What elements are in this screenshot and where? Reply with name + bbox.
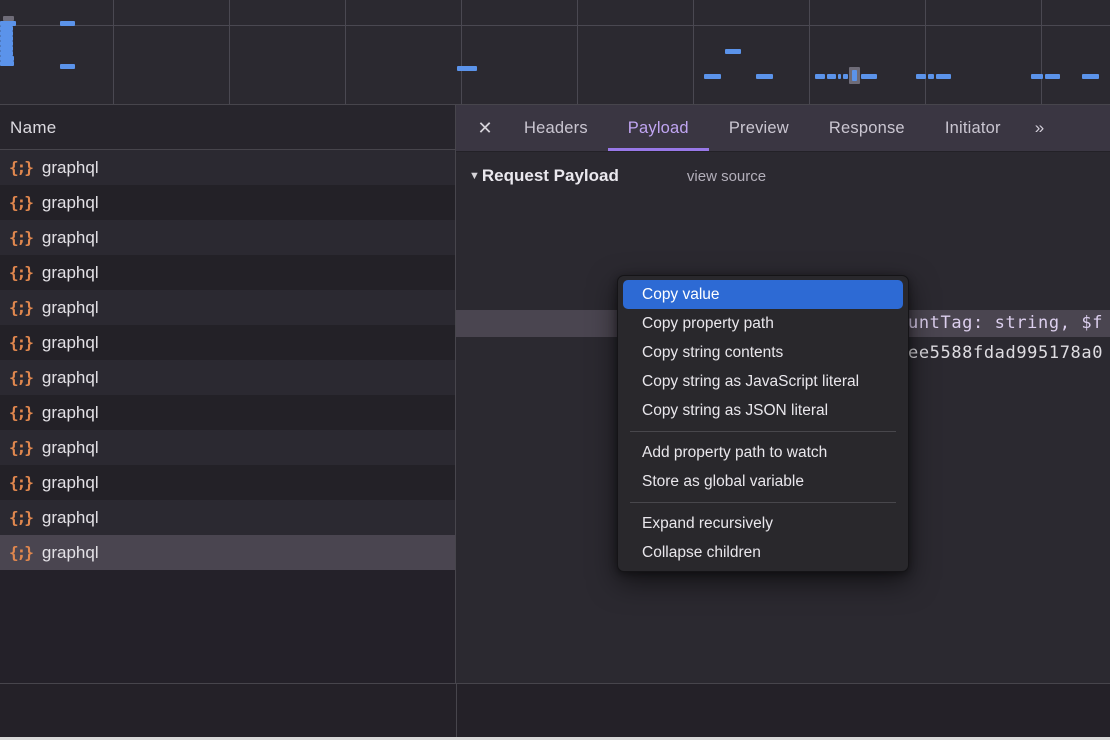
menu-item-copy-string-as-javascript-literal[interactable]: Copy string as JavaScript literal bbox=[618, 367, 908, 396]
menu-item-copy-string-contents[interactable]: Copy string contents bbox=[618, 338, 908, 367]
overview-row-divider bbox=[0, 25, 1110, 26]
request-name: graphql bbox=[42, 438, 99, 458]
timeline-request-bar bbox=[843, 74, 848, 79]
menu-item-copy-property-path[interactable]: Copy property path bbox=[618, 309, 908, 338]
more-tabs-chevron-icon[interactable]: » bbox=[1021, 118, 1055, 138]
tab-headers[interactable]: Headers bbox=[504, 105, 608, 151]
request-name: graphql bbox=[42, 508, 99, 528]
request-row[interactable]: {;} graphql bbox=[0, 255, 455, 290]
json-fetch-icon: {;} bbox=[9, 298, 32, 317]
timeline-request-bar bbox=[704, 74, 721, 79]
menu-item-expand-recursively[interactable]: Expand recursively bbox=[618, 509, 908, 538]
json-fetch-icon: {;} bbox=[9, 508, 32, 527]
json-fetch-icon: {;} bbox=[9, 438, 32, 457]
menu-separator bbox=[630, 431, 896, 432]
json-fetch-icon: {;} bbox=[9, 158, 32, 177]
timeline-request-bar bbox=[827, 74, 836, 79]
timeline-request-bar bbox=[0, 61, 14, 66]
request-row[interactable]: {;} graphql bbox=[0, 325, 455, 360]
timeline-request-bar bbox=[1031, 74, 1043, 79]
request-payload-section-header: ▼Request Payload view source bbox=[469, 162, 766, 190]
timeline-request-bar bbox=[725, 49, 741, 54]
timeline-request-bar bbox=[60, 64, 75, 69]
json-fetch-icon: {;} bbox=[9, 263, 32, 282]
menu-item-store-as-global-variable[interactable]: Store as global variable bbox=[618, 467, 908, 496]
timeline-request-bar bbox=[861, 74, 877, 79]
menu-item-copy-string-as-json-literal[interactable]: Copy string as JSON literal bbox=[618, 396, 908, 425]
request-name: graphql bbox=[42, 473, 99, 493]
timeline-request-bar bbox=[916, 74, 926, 79]
grid-line bbox=[113, 0, 114, 104]
grid-line bbox=[577, 0, 578, 104]
tab-initiator[interactable]: Initiator bbox=[925, 105, 1021, 151]
timeline-request-bar bbox=[928, 74, 934, 79]
grid-line bbox=[229, 0, 230, 104]
grid-line bbox=[809, 0, 810, 104]
section-title: Request Payload bbox=[482, 166, 619, 185]
request-row[interactable]: {;} graphql bbox=[0, 150, 455, 185]
property-value-end: ee5588fdad995178a0 bbox=[908, 338, 1103, 368]
json-fetch-icon: {;} bbox=[9, 333, 32, 352]
menu-item-add-property-path-to-watch[interactable]: Add property path to watch bbox=[618, 438, 908, 467]
request-name: graphql bbox=[42, 158, 99, 178]
property-value-end: untTag: string, $f bbox=[908, 310, 1103, 337]
footer-column-divider bbox=[456, 684, 457, 737]
request-row[interactable]: {;} graphql bbox=[0, 430, 455, 465]
json-fetch-icon: {;} bbox=[9, 368, 32, 387]
timeline-request-bar bbox=[756, 74, 773, 79]
request-name: graphql bbox=[42, 193, 99, 213]
grid-line bbox=[693, 0, 694, 104]
request-row[interactable]: {;} graphql bbox=[0, 185, 455, 220]
request-row[interactable]: {;} graphql bbox=[0, 220, 455, 255]
detail-tab-bar: ✕ Headers Payload Preview Response Initi… bbox=[456, 105, 1110, 152]
request-name: graphql bbox=[42, 368, 99, 388]
request-row[interactable]: {;} graphql bbox=[0, 535, 455, 570]
grid-line bbox=[925, 0, 926, 104]
request-name: graphql bbox=[42, 333, 99, 353]
request-list-panel: Name {;} graphql {;} graphql {;} graphql… bbox=[0, 105, 456, 740]
menu-item-copy-value[interactable]: Copy value bbox=[623, 280, 903, 309]
network-overview-timeline[interactable] bbox=[0, 0, 1110, 105]
timeline-request-bar bbox=[815, 74, 825, 79]
grid-line bbox=[461, 0, 462, 104]
request-row[interactable]: {;} graphql bbox=[0, 290, 455, 325]
timeline-request-bar bbox=[1082, 74, 1099, 79]
tab-preview[interactable]: Preview bbox=[709, 105, 809, 151]
timeline-request-bar bbox=[457, 66, 477, 71]
context-menu: Copy value Copy property path Copy strin… bbox=[617, 275, 909, 572]
json-fetch-icon: {;} bbox=[9, 193, 32, 212]
request-name: graphql bbox=[42, 228, 99, 248]
name-column-header[interactable]: Name bbox=[0, 105, 455, 150]
tab-response[interactable]: Response bbox=[809, 105, 925, 151]
request-name: graphql bbox=[42, 543, 99, 563]
request-row[interactable]: {;} graphql bbox=[0, 465, 455, 500]
json-fetch-icon: {;} bbox=[9, 403, 32, 422]
json-fetch-icon: {;} bbox=[9, 228, 32, 247]
timeline-request-bar bbox=[852, 70, 857, 81]
summary-footer bbox=[0, 683, 1110, 737]
timeline-request-bar bbox=[936, 74, 951, 79]
close-icon[interactable]: ✕ bbox=[466, 118, 504, 139]
json-fetch-icon: {;} bbox=[9, 473, 32, 492]
tab-payload[interactable]: Payload bbox=[608, 105, 709, 151]
request-list: {;} graphql {;} graphql {;} graphql {;} … bbox=[0, 150, 455, 570]
payload-object-preview-row[interactable]: ▼ {operationName: "ipFlowTimeseries", va… bbox=[456, 248, 1110, 278]
timeline-request-bar bbox=[1045, 74, 1060, 79]
json-fetch-icon: {;} bbox=[9, 543, 32, 562]
timeline-request-bar bbox=[838, 74, 841, 79]
request-row[interactable]: {;} graphql bbox=[0, 395, 455, 430]
request-name: graphql bbox=[42, 263, 99, 283]
grid-line bbox=[345, 0, 346, 104]
timeline-request-bar bbox=[60, 21, 75, 26]
request-name: graphql bbox=[42, 403, 99, 423]
request-row[interactable]: {;} graphql bbox=[0, 360, 455, 395]
request-row[interactable]: {;} graphql bbox=[0, 500, 455, 535]
grid-line bbox=[1041, 0, 1042, 104]
menu-separator bbox=[630, 502, 896, 503]
collapse-triangle-icon[interactable]: ▼ bbox=[469, 170, 480, 182]
request-name: graphql bbox=[42, 298, 99, 318]
menu-item-collapse-children[interactable]: Collapse children bbox=[618, 538, 908, 567]
view-source-link[interactable]: view source bbox=[687, 168, 766, 185]
